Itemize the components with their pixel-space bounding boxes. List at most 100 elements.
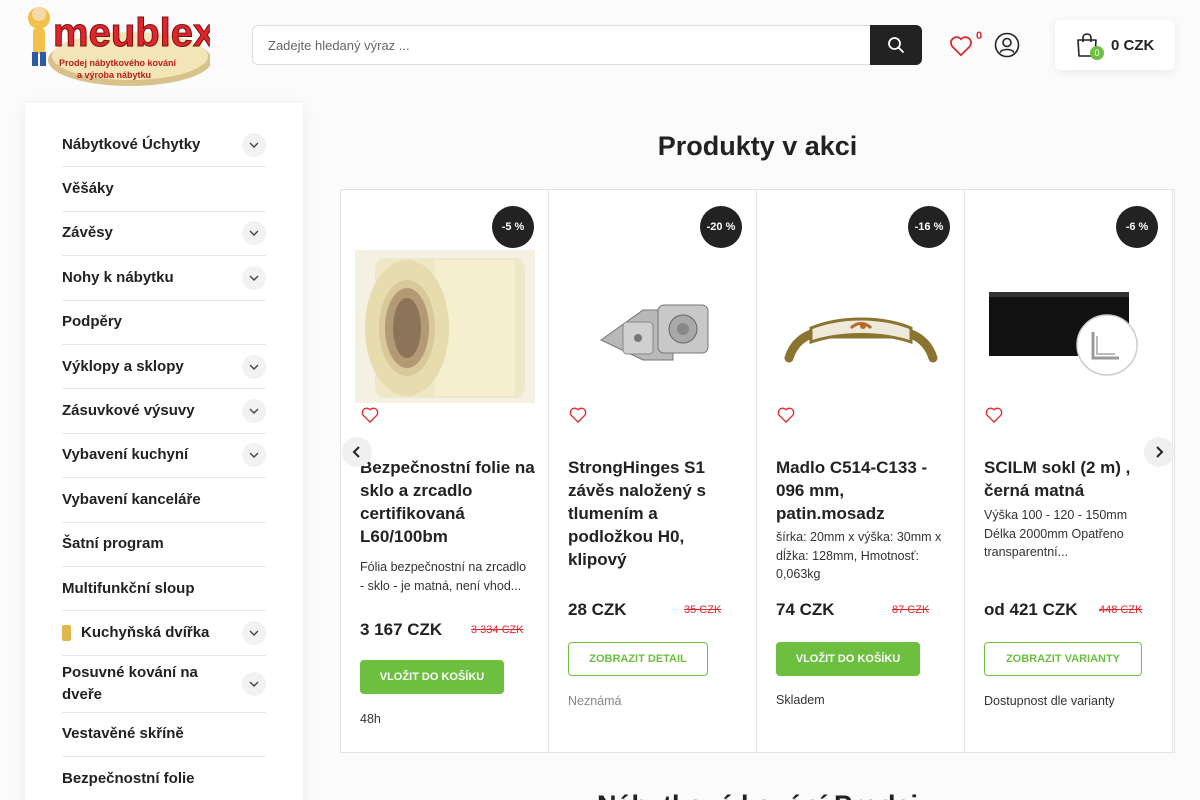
category-marker-icon bbox=[62, 624, 71, 641]
add-to-wishlist-button[interactable] bbox=[568, 405, 588, 430]
chevron-left-icon bbox=[352, 446, 360, 458]
account-button[interactable] bbox=[994, 32, 1020, 63]
sidebar-item-label: Posuvné kování na dveře bbox=[62, 663, 198, 703]
svg-text:Prodej nábytkového kování: Prodej nábytkového kování bbox=[59, 58, 177, 68]
sidebar-item[interactable]: Vybavení kuchyní bbox=[62, 434, 266, 479]
sidebar-item-label: Bezpečnostní folie bbox=[62, 770, 195, 788]
sidebar-item-label: Vestavěné skříně bbox=[62, 725, 184, 743]
sidebar-item[interactable]: Šatní program bbox=[62, 523, 266, 567]
logo-image: meublex Prodej nábytkového kování a výro… bbox=[28, 7, 216, 86]
product-availability: Skladem bbox=[776, 693, 825, 707]
category-sidebar: Nábytkové Úchytky Věšáky Závěsy Nohy k náby… bbox=[25, 103, 303, 800]
expand-toggle[interactable] bbox=[242, 671, 266, 696]
product-old-price: 448 CZK bbox=[1099, 604, 1143, 616]
sidebar-item[interactable]: Výklopy a sklopy bbox=[62, 345, 266, 390]
cart-button[interactable]: 0 0 CZK bbox=[1055, 20, 1175, 70]
product-image bbox=[989, 292, 1138, 376]
svg-text:meublex: meublex bbox=[53, 11, 210, 55]
add-to-wishlist-button[interactable] bbox=[984, 405, 1004, 430]
sidebar-item-content: Zásuvkové výsuvy bbox=[62, 400, 195, 422]
product-card[interactable]: -6 % SCILM sokl (2 m) , černá matná Výška … bbox=[965, 190, 1173, 752]
chevron-down-icon bbox=[249, 142, 259, 148]
product-description: Fólia bezpečnostní na zrcadlo - sklo - j… bbox=[360, 560, 527, 593]
search-button[interactable] bbox=[870, 25, 922, 65]
sidebar-item[interactable]: Závěsy bbox=[62, 212, 266, 257]
discount-badge: -20 % bbox=[700, 206, 742, 248]
product-availability: Dostupnost dle varianty bbox=[984, 694, 1115, 708]
chevron-down-icon bbox=[249, 681, 259, 687]
site-logo[interactable]: meublex Prodej nábytkového kování a výro… bbox=[25, 0, 216, 90]
wishlist-button[interactable]: 0 bbox=[946, 30, 986, 62]
product-card[interactable]: -20 % StrongHinges S1 závěs naložený s tl… bbox=[549, 190, 757, 752]
sidebar-item[interactable]: Věšáky bbox=[62, 167, 266, 212]
search-bar bbox=[252, 25, 922, 65]
chevron-right-icon bbox=[1156, 446, 1164, 458]
product-image-link[interactable] bbox=[563, 250, 743, 403]
heart-icon bbox=[569, 407, 587, 424]
sidebar-item[interactable]: Nábytkové Úchytky bbox=[62, 123, 266, 168]
next-section-title: Nábytkové kování Prodej bbox=[340, 790, 1175, 800]
user-icon bbox=[994, 32, 1020, 58]
sidebar-item-content: Vestavěné skříně bbox=[62, 723, 184, 745]
expand-toggle[interactable] bbox=[242, 265, 266, 290]
sidebar-item[interactable]: Nohy k nábytku bbox=[62, 256, 266, 301]
wishlist-count: 0 bbox=[976, 30, 983, 42]
product-action-button[interactable]: VLOŽIT DO KOŠÍKU bbox=[360, 660, 504, 694]
sidebar-item-label: Kuchyňská dvířka bbox=[81, 623, 210, 641]
sidebar-item-label: Šatní program bbox=[62, 535, 164, 553]
cart-total: 0 CZK bbox=[1111, 36, 1155, 54]
add-to-wishlist-button[interactable] bbox=[776, 405, 796, 430]
sidebar-item[interactable]: Podpěry bbox=[62, 301, 266, 345]
expand-toggle[interactable] bbox=[242, 620, 266, 645]
sidebar-item[interactable]: Multifunkční sloup bbox=[62, 567, 266, 612]
add-to-wishlist-button[interactable] bbox=[360, 405, 380, 430]
sidebar-item[interactable]: Vybavení kanceláře bbox=[62, 478, 266, 523]
sidebar-item-content: Podpěry bbox=[62, 311, 122, 333]
product-name[interactable]: StrongHinges S1 závěs naložený s tlumení… bbox=[568, 456, 743, 571]
heart-icon bbox=[777, 407, 795, 424]
expand-toggle[interactable] bbox=[242, 443, 266, 468]
chevron-down-icon bbox=[249, 408, 259, 415]
carousel-prev-button[interactable] bbox=[342, 437, 372, 467]
page: meublex Prodej nábytkového kování a výro… bbox=[0, 0, 1200, 800]
product-image-link[interactable] bbox=[979, 250, 1159, 403]
sidebar-item[interactable]: Posuvné kování na dveře bbox=[62, 656, 266, 713]
product-name[interactable]: Bezpečnostní folie na sklo a zrcadlo cer… bbox=[360, 456, 535, 548]
product-image-link[interactable] bbox=[355, 250, 535, 403]
sidebar-item[interactable]: Kuchyňská dvířka bbox=[62, 611, 266, 656]
expand-toggle[interactable] bbox=[242, 354, 266, 379]
sidebar-item-content: Posuvné kování na dveře bbox=[62, 662, 242, 706]
expand-toggle[interactable] bbox=[242, 132, 266, 157]
product-image bbox=[784, 317, 938, 363]
product-card[interactable]: -5 % Bezpečnostní folie na sklo a zrcadlo… bbox=[341, 190, 549, 752]
product-description: šírka: 20mm x výška: 30mm x dĺžka: 128mm… bbox=[776, 530, 942, 581]
product-name[interactable]: SCILM sokl (2 m) , černá matná bbox=[984, 456, 1159, 502]
product-action-button[interactable]: ZOBRAZIT VARIANTY bbox=[984, 642, 1142, 676]
expand-toggle[interactable] bbox=[242, 399, 266, 424]
product-action-button[interactable]: VLOŽIT DO KOŠÍKU bbox=[776, 642, 920, 676]
sidebar-item[interactable]: Bezpečnostní folie bbox=[62, 757, 266, 800]
product-action-button[interactable]: ZOBRAZIT DETAIL bbox=[568, 642, 708, 676]
heart-icon bbox=[985, 407, 1003, 424]
product-card[interactable]: -16 % Madlo C514-C133 - 096 mm, patin.mos… bbox=[757, 190, 965, 752]
sidebar-item-label: Závěsy bbox=[62, 224, 113, 242]
sidebar-item[interactable]: Zásuvkové výsuvy bbox=[62, 389, 266, 434]
sidebar-item-content: Bezpečnostní folie bbox=[62, 768, 195, 790]
sidebar-item[interactable]: Vestavěné skříně bbox=[62, 713, 266, 758]
product-image-link[interactable] bbox=[771, 250, 951, 403]
product-price: 3 167 CZK bbox=[360, 620, 443, 639]
chevron-down-icon bbox=[249, 275, 259, 281]
search-input[interactable] bbox=[252, 25, 870, 65]
product-old-price: 3 334 CZK bbox=[471, 624, 524, 636]
carousel-next-button[interactable] bbox=[1144, 437, 1174, 467]
product-image bbox=[355, 250, 535, 403]
product-old-price: 35 CZK bbox=[684, 604, 722, 616]
product-name[interactable]: Madlo C514-C133 - 096 mm, patin.mosadz bbox=[776, 456, 951, 525]
heart-icon bbox=[361, 407, 379, 424]
product-list: -5 % Bezpečnostní folie na sklo a zrcadlo… bbox=[340, 189, 1175, 753]
sidebar-item-content: Vybavení kuchyní bbox=[62, 444, 188, 466]
sidebar-item-label: Multifunkční sloup bbox=[62, 579, 195, 597]
expand-toggle[interactable] bbox=[242, 221, 266, 246]
chevron-down-icon bbox=[249, 452, 259, 459]
sidebar-item-content: Vybavení kanceláře bbox=[62, 489, 201, 511]
